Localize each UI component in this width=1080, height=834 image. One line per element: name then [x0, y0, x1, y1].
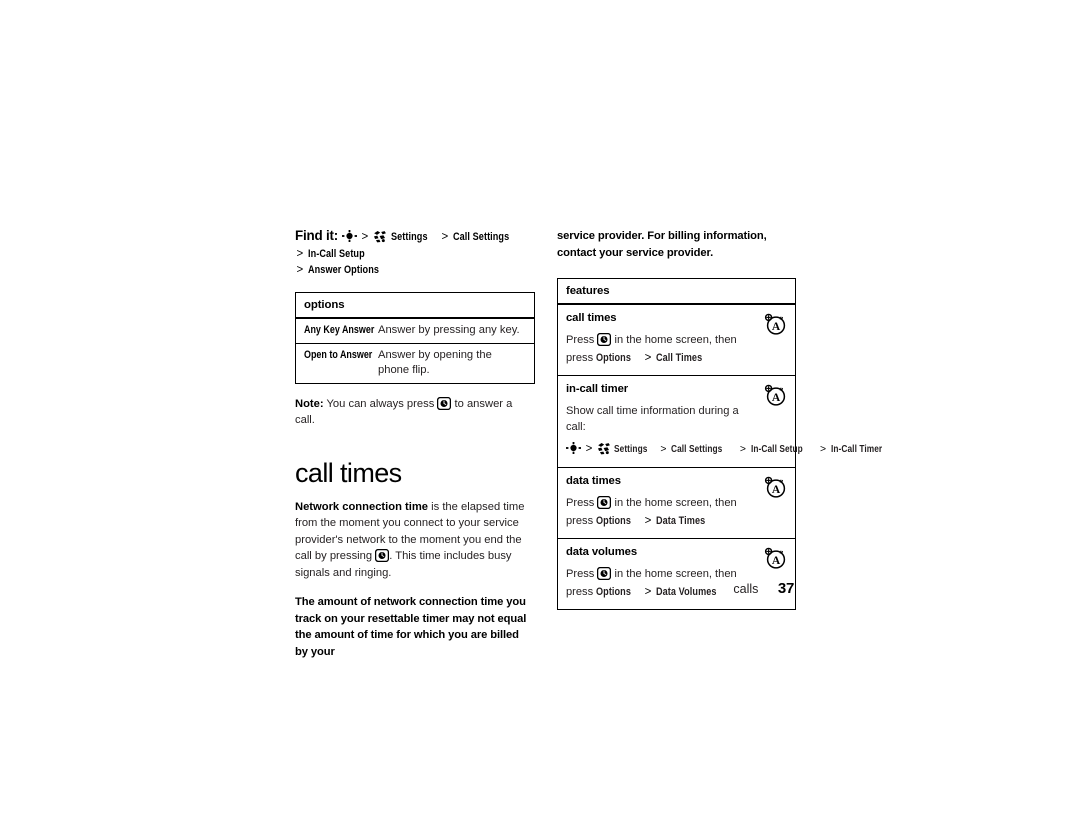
features-table: features call times Press in the home sc…	[557, 278, 882, 610]
options-table-header: options	[296, 293, 534, 319]
menu-path-in-call-timer: In-Call Timer	[830, 444, 882, 455]
navigation-key-icon	[566, 442, 581, 454]
send-key-icon	[597, 566, 612, 581]
left-column: Find it: > Settings > Call Settings > In…	[295, 228, 535, 660]
page-number: 37	[777, 580, 794, 597]
options-table: options Any Key Answer Answer by pressin…	[295, 291, 535, 384]
footer-section-label: calls	[733, 582, 759, 596]
menu-path-call-times: Call Times	[655, 352, 703, 364]
main-menu-icon	[597, 442, 611, 455]
find-it-label: Find it:	[295, 228, 339, 243]
note-text-before: You can always press	[326, 397, 435, 410]
svg-text:A: A	[772, 321, 781, 333]
network-connection-paragraph: Network connection time is the elapsed t…	[295, 499, 533, 582]
table-row: Any Key Answer Answer by pressing any ke…	[296, 319, 534, 344]
right-column: service provider. For billing informatio…	[557, 228, 882, 610]
menu-path-data-times: Data Times	[655, 515, 706, 527]
path-separator: >	[585, 443, 593, 455]
option-value: Answer by pressing any key.	[378, 323, 520, 336]
personalize-feature-icon: A	[763, 546, 787, 570]
end-key-icon	[375, 548, 390, 563]
feature-instruction-line-2: press Options > Data Times	[566, 513, 761, 529]
path-separator: >	[644, 352, 652, 364]
feature-text-after-icon: in the home screen, then	[614, 497, 737, 509]
personalize-feature-icon: A	[763, 475, 787, 499]
note-label: Note:	[295, 397, 324, 410]
menu-path-call-settings: Call Settings	[671, 444, 723, 455]
svg-text:A: A	[772, 555, 781, 567]
billing-warning-continued: service provider. For billing informatio…	[557, 230, 767, 259]
press-prefix: press	[566, 352, 594, 364]
table-row: data volumes Press in the home screen, t…	[558, 539, 795, 609]
press-prefix: press	[566, 515, 594, 527]
find-it-path-in-call-setup: In-Call Setup	[308, 247, 365, 260]
feature-text-after-icon: in the home screen, then	[614, 568, 737, 580]
send-key-icon	[437, 396, 452, 410]
feature-text-after-icon: in the home screen, then	[614, 334, 737, 346]
feature-instruction-line-2: press Options > Call Times	[566, 350, 761, 366]
svg-text:A: A	[772, 484, 781, 496]
send-key-icon	[597, 495, 612, 510]
path-separator: >	[296, 264, 304, 276]
menu-path-in-call-setup: In-Call Setup	[750, 444, 803, 455]
svg-text:A: A	[772, 392, 781, 404]
menu-path-options: Options	[596, 352, 632, 364]
path-separator: >	[739, 444, 746, 455]
feature-title: data times	[566, 475, 621, 487]
find-it-line: Find it: > Settings > Call Settings > In…	[295, 228, 533, 279]
option-key: Any Key Answer	[304, 323, 375, 336]
option-value: Answer by opening the phone flip.	[378, 348, 492, 376]
paragraph-bold-lead: Network connection time	[295, 500, 429, 513]
features-table-header: features	[558, 279, 795, 305]
press-label: Press	[566, 568, 595, 580]
personalize-feature-icon: A	[763, 312, 787, 336]
feature-instruction-line-1: Press in the home screen, then	[566, 332, 761, 348]
navigation-key-icon	[341, 230, 357, 242]
page-footer: calls 37	[557, 580, 794, 597]
feature-instruction-line-1: Press in the home screen, then	[566, 495, 761, 511]
feature-title: data volumes	[566, 546, 637, 558]
menu-path-options: Options	[596, 515, 632, 527]
table-row: Open to Answer Answer by opening the pho…	[296, 344, 534, 383]
press-label: Press	[566, 334, 595, 346]
path-separator: >	[644, 515, 652, 527]
path-separator: >	[819, 444, 827, 455]
press-label: Press	[566, 497, 595, 509]
table-row: call times Press in the home screen, the…	[558, 305, 795, 376]
feature-description: Show call time information during a call…	[566, 405, 739, 433]
page-title: call times	[295, 457, 402, 488]
send-key-icon	[597, 332, 612, 347]
note-line: Note: You can always press to answer a c…	[295, 396, 533, 428]
feature-title: in-call timer	[566, 383, 629, 395]
manual-page: Find it: > Settings > Call Settings > In…	[0, 0, 1080, 834]
feature-menu-path: > Settings > Call Settings > In-Call Set…	[566, 441, 882, 458]
path-separator: >	[361, 231, 369, 243]
feature-title: call times	[566, 312, 617, 324]
table-row: in-call timer Show call time information…	[558, 376, 882, 468]
table-row: data times Press in the home screen, the…	[558, 468, 795, 539]
path-separator: >	[660, 444, 667, 455]
main-menu-icon	[373, 230, 387, 243]
find-it-path-answer-options: Answer Options	[308, 264, 380, 276]
personalize-feature-icon: A	[763, 383, 787, 407]
path-separator: >	[441, 231, 449, 243]
billing-warning-paragraph: The amount of network connection time yo…	[295, 596, 527, 658]
option-key: Open to Answer	[304, 348, 373, 361]
path-separator: >	[296, 247, 304, 260]
find-it-path-settings: Settings	[390, 231, 428, 243]
menu-path-settings: Settings	[614, 444, 648, 455]
find-it-path-call-settings: Call Settings	[453, 231, 510, 243]
